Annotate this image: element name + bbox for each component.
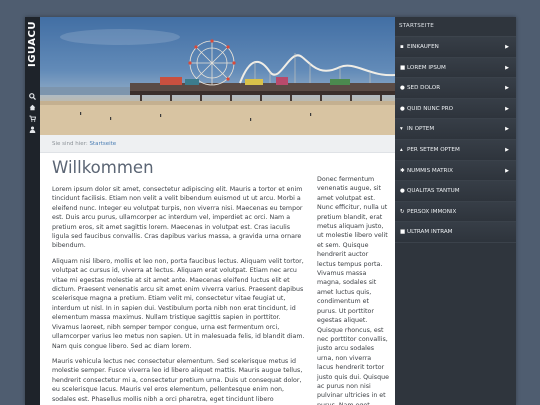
nav-item-ultram-intram[interactable]: ■ ULTRAM INTRAM (395, 222, 516, 243)
chart-icon: ▴ (400, 146, 403, 153)
chevron-right-icon: ▶ (505, 85, 509, 92)
nav-item-sed-dolor[interactable]: ● SED DOLOR ▶ (395, 78, 516, 99)
info-icon: ● (400, 105, 405, 112)
logo-text: IGUACU (27, 21, 38, 67)
nav-item-qualitas-tantum[interactable]: ● QUALITAS TANTUM (395, 181, 516, 202)
logo-bar: IGUACU (25, 17, 40, 405)
nav-item-quid-nunc-pro[interactable]: ● QUID NUNC PRO ▶ (395, 98, 516, 120)
chevron-right-icon: ▶ (505, 146, 509, 153)
hero-image (40, 17, 395, 135)
nav-item-label: SED DOLOR (407, 85, 441, 92)
gears-icon: ✱ (400, 167, 405, 174)
bookmark-icon: ■ (400, 229, 406, 236)
nav-item-einkaufen[interactable]: ▪ EINKAUFEN ▶ (395, 37, 516, 58)
search-icon[interactable] (27, 93, 38, 103)
chevron-right-icon: ▶ (505, 44, 509, 50)
globe-icon: ● (400, 85, 405, 92)
nav-item-lorem-ipsum[interactable]: ■ LOREM IPSUM ▶ (395, 57, 516, 79)
nav-item-label: LOREM IPSUM (407, 64, 446, 71)
page-title: Willkommen (52, 158, 154, 177)
nav-item-label: QUALITAS TANTUM (407, 188, 460, 195)
site-logo[interactable]: IGUACU (27, 21, 38, 77)
main-content: Willkommen Lorem ipsum dolor sit amet, c… (52, 157, 305, 405)
nav-item-label: ULTRAM INTRAM (407, 229, 453, 236)
page-frame: IGUACU Sie sind hier: Startseite Willkom… (25, 17, 516, 405)
refresh-icon: ↻ (400, 208, 405, 215)
nav-item-nummis-matrix[interactable]: ✱ NUMMIS MATRIX ▶ (395, 160, 516, 182)
main-navigation: STARTSEITE ▪ EINKAUFEN ▶ ■ LOREM IPSUM ▶ ● SED … (395, 17, 516, 405)
home-icon[interactable] (27, 104, 38, 114)
chevron-right-icon: ▶ (505, 105, 509, 112)
nav-item-label: IN OPTEM (407, 126, 435, 133)
nav-item-persox-immonix[interactable]: ↻ PERSOX IMMONIX (395, 201, 516, 223)
paragraph: Mauris vehicula lectus nec consectetur e… (52, 357, 303, 405)
cart-icon[interactable] (27, 115, 38, 125)
globe-icon: ● (400, 188, 405, 195)
chevron-right-icon: ▶ (505, 167, 509, 174)
nav-item-label: NUMMIS MATRIX (407, 167, 453, 174)
cart-icon: ▪ (400, 44, 404, 50)
nav-item-per-setem-optem[interactable]: ▴ PER SETEM OPTEM ▶ (395, 139, 516, 161)
nav-item-label: QUID NUNC PRO (407, 105, 454, 112)
paragraph: Aliquam nisi libero, mollis et leo non, … (52, 257, 305, 350)
nav-item-label: PER SETEM OPTEM (407, 146, 460, 153)
chevron-right-icon: ▶ (505, 64, 509, 71)
nav-header-label: STARTSEITE (399, 23, 434, 29)
grid-icon: ■ (400, 64, 406, 71)
paragraph: Lorem ipsum dolor sit amet, consectetur … (52, 186, 303, 250)
user-icon[interactable] (27, 126, 38, 136)
breadcrumb-prefix: Sie sind hier: (52, 141, 88, 147)
nav-item-label: PERSOX IMMONIX (407, 208, 457, 215)
chevron-right-icon: ▶ (505, 126, 509, 133)
shield-icon: ▾ (400, 126, 403, 133)
breadcrumb: Sie sind hier: Startseite (40, 135, 395, 153)
nav-item-in-optem[interactable]: ▾ IN OPTEM ▶ (395, 119, 516, 140)
nav-item-label: EINKAUFEN (407, 44, 439, 50)
sidebar-text: Donec fermentum venenatis augue, sit ame… (317, 176, 389, 405)
nav-item-startseite[interactable]: STARTSEITE (395, 17, 516, 37)
breadcrumb-link-home[interactable]: Startseite (89, 141, 116, 147)
